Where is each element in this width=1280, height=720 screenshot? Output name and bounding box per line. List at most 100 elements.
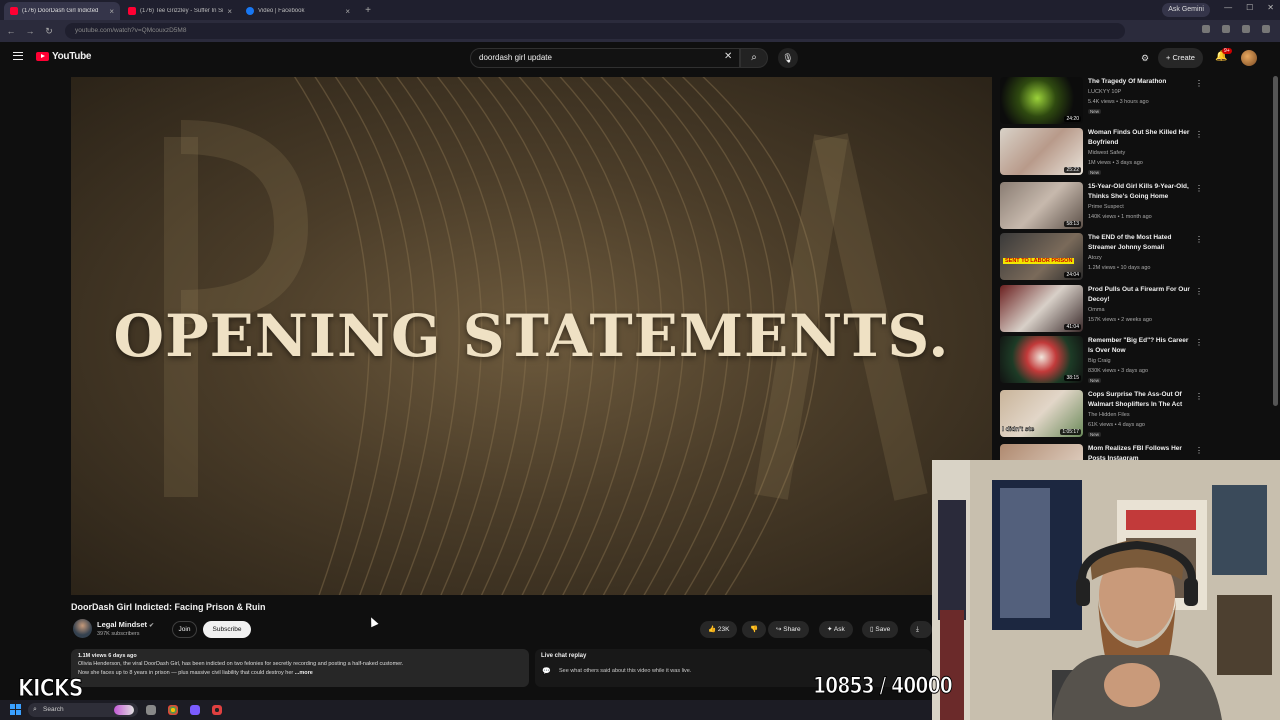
taskbar-search-label: Search — [43, 706, 64, 713]
thumbs-down-icon: 👎 — [750, 626, 759, 633]
tab-tee-grizzley[interactable]: (176) Tee Grizzley - Suffer In Silence × — [122, 2, 238, 20]
rec-duration: 24:04 — [1064, 272, 1081, 278]
channel-avatar[interactable] — [73, 619, 92, 638]
youtube-play-icon — [36, 52, 49, 61]
search-input[interactable]: doordash girl update — [470, 48, 740, 68]
windows-start-icon[interactable] — [10, 704, 21, 715]
more-options-icon[interactable]: ⋮ — [1195, 446, 1203, 455]
rec-thumbnail[interactable]: 24:20 — [1000, 77, 1083, 124]
more-options-icon[interactable]: ⋮ — [1195, 79, 1203, 88]
extension-icon[interactable] — [1222, 25, 1230, 33]
voice-search-button[interactable]: 🎙 — [778, 48, 798, 68]
extension-icon[interactable] — [1202, 25, 1210, 33]
extension-icon[interactable] — [1242, 25, 1250, 33]
mouse-cursor-icon — [367, 615, 379, 628]
hamburger-menu-icon[interactable] — [13, 52, 23, 60]
rec-title[interactable]: Remember "Big Ed"? His Career Is Over No… — [1088, 336, 1190, 356]
tab-close-icon[interactable]: × — [227, 7, 232, 16]
search-icon: ⌕ — [33, 706, 37, 713]
join-button[interactable]: Join — [172, 621, 197, 638]
more-options-icon[interactable]: ⋮ — [1195, 184, 1203, 193]
rec-channel[interactable]: Atozy — [1088, 255, 1102, 261]
show-more-link[interactable]: ...more — [295, 670, 313, 676]
account-avatar[interactable] — [1241, 50, 1257, 66]
minimize-icon[interactable]: — — [1224, 3, 1232, 12]
rec-item[interactable]: 24:20 The Tragedy Of Marathon LUCKYY 10P… — [1000, 77, 1270, 129]
rec-item[interactable]: 25:22 Woman Finds Out She Killed Her Boy… — [1000, 128, 1270, 180]
close-window-icon[interactable]: ✕ — [1267, 3, 1274, 12]
chrome-icon[interactable] — [168, 705, 178, 715]
youtube-logo[interactable]: YouTube — [36, 51, 92, 62]
download-button[interactable]: ⤓ — [910, 621, 932, 638]
create-button[interactable]: + Create — [1158, 48, 1203, 68]
taskbar-search[interactable]: ⌕ Search — [28, 703, 138, 717]
ask-gemini-button[interactable]: Ask Gemini — [1162, 3, 1210, 17]
tab-close-icon[interactable]: × — [345, 7, 350, 16]
task-view-icon[interactable] — [146, 705, 156, 715]
dislike-button[interactable]: 👎 — [742, 621, 767, 638]
obs-icon[interactable] — [212, 705, 222, 715]
rec-item[interactable]: I didn't ste 1:05:17 Cops Surprise The A… — [1000, 390, 1270, 442]
rec-item[interactable]: SENT TO LABOR PRISON 24:04 The END of th… — [1000, 233, 1270, 285]
like-button[interactable]: 👍 23K — [700, 621, 738, 638]
search-button[interactable]: ⌕ — [740, 48, 768, 68]
cast-icon[interactable]: ⚙ — [1141, 53, 1149, 64]
description-box[interactable]: 1.1M views 6 days ago Olivia Henderson, … — [71, 649, 529, 687]
tab-close-icon[interactable]: × — [109, 7, 114, 16]
rec-meta: 1M views • 3 days ago — [1088, 160, 1143, 166]
rec-thumbnail[interactable]: 38:15 — [1000, 336, 1083, 383]
rec-thumb-caption: SENT TO LABOR PRISON — [1003, 258, 1075, 264]
rec-thumbnail[interactable]: SENT TO LABOR PRISON 24:04 — [1000, 233, 1083, 280]
rec-channel[interactable]: Midwest Safety — [1088, 150, 1125, 156]
rec-title[interactable]: Woman Finds Out She Killed Her Boyfriend — [1088, 128, 1190, 148]
rec-thumbnail[interactable]: 58:13 — [1000, 182, 1083, 229]
rec-title[interactable]: The END of the Most Hated Streamer Johnn… — [1088, 233, 1190, 253]
maximize-icon[interactable]: ☐ — [1246, 3, 1253, 12]
new-tab-icon[interactable]: + — [362, 5, 374, 16]
goal-counter: 10853 / 40000 — [813, 674, 954, 700]
description-text: Olivia Henderson, the viral DoorDash Gir… — [78, 660, 522, 679]
extension-icon[interactable] — [1262, 25, 1270, 33]
rec-item[interactable]: 58:13 15-Year-Old Girl Kills 9-Year-Old,… — [1000, 182, 1270, 234]
more-options-icon[interactable]: ⋮ — [1195, 338, 1203, 347]
create-label: Create — [1172, 53, 1195, 62]
subscribe-button[interactable]: Subscribe — [203, 621, 251, 638]
more-options-icon[interactable]: ⋮ — [1195, 287, 1203, 296]
rec-title[interactable]: Prod Pulls Out a Firearm For Our Decoy! — [1088, 285, 1190, 305]
rec-channel[interactable]: Big Craig — [1088, 358, 1111, 364]
microphone-icon: 🎙 — [782, 53, 794, 63]
rec-thumbnail[interactable]: I didn't ste 1:05:17 — [1000, 390, 1083, 437]
page-scrollbar[interactable] — [1273, 76, 1278, 406]
video-player[interactable]: OPENING STATEMENTS. — [71, 77, 992, 595]
more-options-icon[interactable]: ⋮ — [1195, 130, 1203, 139]
rec-item[interactable]: 41:04 Prod Pulls Out a Firearm For Our D… — [1000, 285, 1270, 337]
more-options-icon[interactable]: ⋮ — [1195, 392, 1203, 401]
youtube-favicon-icon — [128, 7, 136, 15]
rec-title[interactable]: The Tragedy Of Marathon — [1088, 77, 1190, 87]
discord-icon[interactable] — [190, 705, 200, 715]
share-button[interactable]: ↪ Share — [768, 621, 809, 638]
back-icon[interactable]: ← — [3, 26, 19, 36]
ask-button[interactable]: ✦ Ask — [819, 621, 853, 638]
rec-title[interactable]: 15-Year-Old Girl Kills 9-Year-Old, Think… — [1088, 182, 1190, 202]
rec-thumbnail[interactable]: 41:04 — [1000, 285, 1083, 332]
reload-icon[interactable]: ↻ — [41, 26, 57, 37]
clear-search-icon[interactable]: ✕ — [724, 51, 732, 62]
save-button[interactable]: ▯ Save — [862, 621, 899, 638]
tab-doordash[interactable]: (176) DoorDash Girl Indicted × — [4, 2, 120, 20]
rec-channel[interactable]: The Hidden Files — [1088, 412, 1130, 418]
rec-channel[interactable]: Omma — [1088, 307, 1105, 313]
rec-channel[interactable]: Prime Suspect — [1088, 204, 1124, 210]
rec-item[interactable]: Mom Realizes FBI Follows Her Posts Insta… — [1000, 444, 1270, 460]
channel-name[interactable]: Legal Mindset ✔ — [97, 620, 154, 629]
more-options-icon[interactable]: ⋮ — [1195, 235, 1203, 244]
rec-channel[interactable]: LUCKYY 10P — [1088, 89, 1121, 95]
rec-thumbnail[interactable] — [1000, 444, 1083, 460]
rec-title[interactable]: Cops Surprise The Ass-Out Of Walmart Sho… — [1088, 390, 1190, 410]
address-bar[interactable]: youtube.com/watch?v=QMcouxzD5M8 — [65, 23, 1125, 39]
forward-icon[interactable]: → — [22, 26, 38, 36]
rec-title[interactable]: Mom Realizes FBI Follows Her Posts Insta… — [1088, 444, 1190, 460]
rec-thumbnail[interactable]: 25:22 — [1000, 128, 1083, 175]
tab-facebook[interactable]: Video | Facebook × — [240, 2, 356, 20]
rec-item[interactable]: 38:15 Remember "Big Ed"? His Career Is O… — [1000, 336, 1270, 388]
